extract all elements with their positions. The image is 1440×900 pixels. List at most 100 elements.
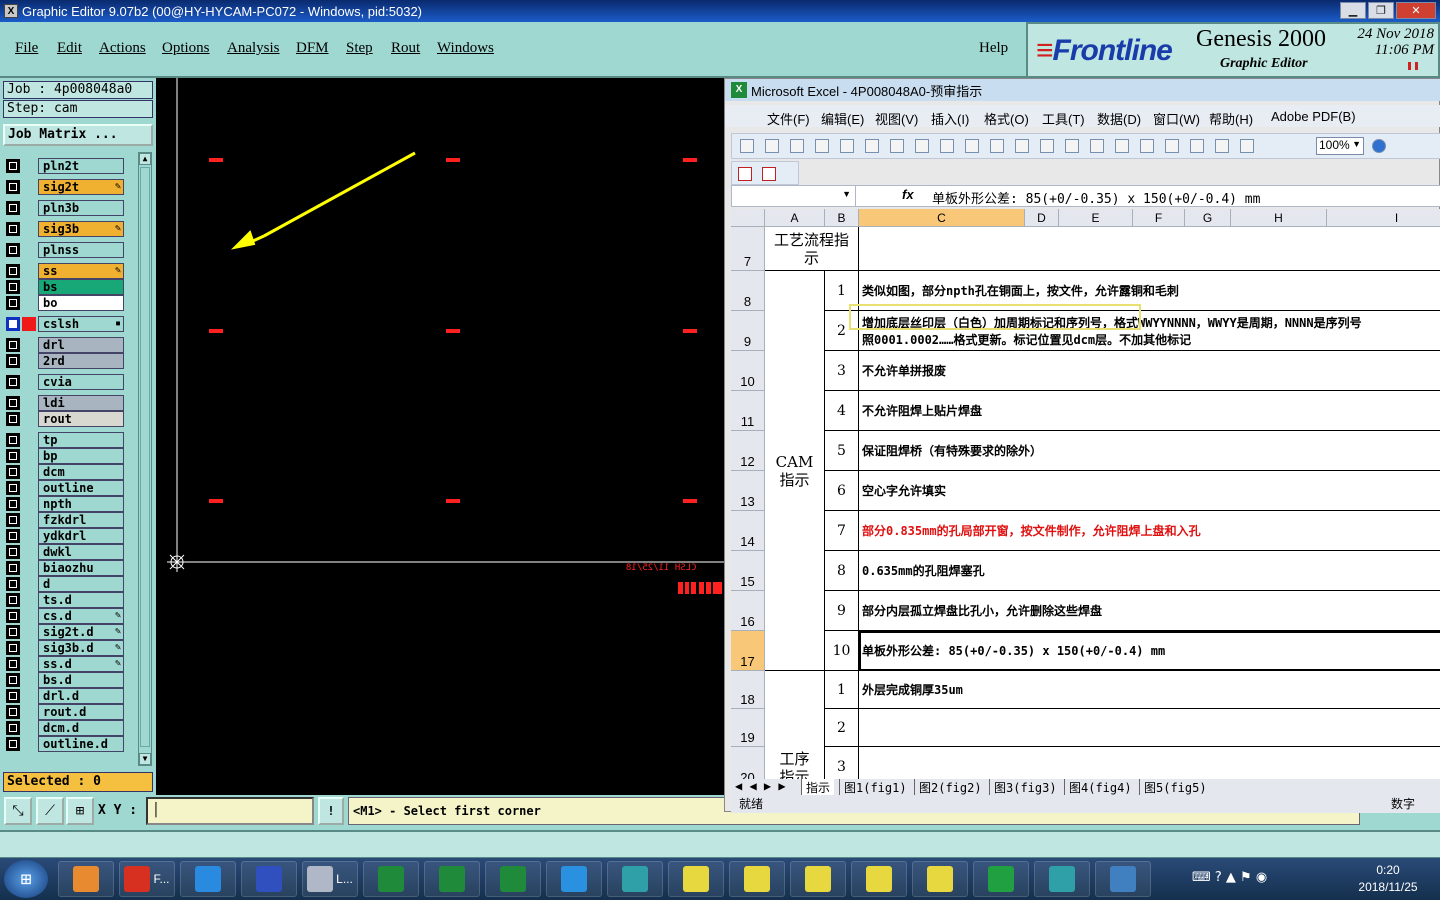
layer-name[interactable]: bs bbox=[38, 279, 124, 295]
excel-menu-item[interactable]: 格式(O) bbox=[984, 109, 1029, 128]
layer-name[interactable]: rout bbox=[38, 411, 124, 427]
menu-rout[interactable]: Rout bbox=[391, 40, 420, 57]
layer-row-npth[interactable]: npth bbox=[4, 496, 124, 512]
mail-icon[interactable] bbox=[840, 139, 854, 153]
layer-row-sig2t.d[interactable]: sig2t.d ✎ bbox=[4, 624, 124, 640]
layer-checkbox[interactable] bbox=[6, 433, 20, 447]
process-instruction-label[interactable]: 工序指示 bbox=[765, 671, 825, 779]
layer-row-bo[interactable]: bo bbox=[4, 295, 124, 311]
layer-checkbox[interactable] bbox=[6, 243, 20, 257]
layer-row-rout[interactable]: rout bbox=[4, 411, 124, 427]
layer-checkbox[interactable] bbox=[6, 481, 20, 495]
layer-name[interactable]: sig2t.d ✎ bbox=[38, 624, 124, 640]
layer-name[interactable]: sig3b.d ✎ bbox=[38, 640, 124, 656]
layer-name[interactable]: pln3b bbox=[38, 200, 124, 216]
research-icon[interactable] bbox=[940, 139, 954, 153]
layer-checkbox[interactable] bbox=[6, 577, 20, 591]
layer-row-d[interactable]: d bbox=[4, 576, 124, 592]
menu-analysis[interactable]: Analysis bbox=[227, 40, 280, 57]
layer-name[interactable]: cvia bbox=[38, 374, 124, 390]
column-header-b[interactable]: B bbox=[825, 209, 859, 227]
instruction-cell[interactable] bbox=[859, 747, 1440, 779]
layer-name[interactable]: ss ✎ bbox=[38, 263, 124, 279]
taskbar-button[interactable] bbox=[424, 861, 480, 897]
row-header[interactable]: 17 bbox=[731, 631, 765, 671]
item-number-cell[interactable]: 8 bbox=[825, 551, 859, 591]
layer-checkbox[interactable] bbox=[6, 465, 20, 479]
sort-asc-icon[interactable] bbox=[1165, 139, 1179, 153]
instruction-cell[interactable]: 保证阻焊桥（有特殊要求的除外） bbox=[859, 431, 1440, 471]
layer-row-ldi[interactable]: ldi bbox=[4, 395, 124, 411]
graphic-canvas[interactable]: CLSH 11/25/18 bbox=[156, 78, 724, 795]
taskbar-clock[interactable]: 0:20 2018/11/25 bbox=[1340, 862, 1436, 896]
zoom-select[interactable]: 100% ▼ bbox=[1316, 137, 1364, 155]
layer-checkbox[interactable] bbox=[6, 657, 20, 671]
layer-name[interactable]: drl.d bbox=[38, 688, 124, 704]
item-number-cell[interactable]: 6 bbox=[825, 471, 859, 511]
taskbar-button[interactable] bbox=[973, 861, 1029, 897]
sheet-tab[interactable]: 图4(fig4) bbox=[1064, 779, 1136, 796]
layer-row-cvia[interactable]: cvia bbox=[4, 374, 124, 390]
layer-name[interactable]: outline.d bbox=[38, 736, 124, 752]
layer-list-scrollbar[interactable]: ▲ ▼ bbox=[138, 152, 152, 766]
taskbar-button[interactable] bbox=[180, 861, 236, 897]
layer-name[interactable]: drl bbox=[38, 337, 124, 353]
instruction-cell[interactable]: 单板外形公差: 85(+0/-0.35) x 150(+0/-0.4) mm bbox=[859, 631, 1440, 671]
layer-checkbox[interactable] bbox=[6, 180, 20, 194]
layer-checkbox[interactable] bbox=[6, 296, 20, 310]
scroll-up-icon[interactable]: ▲ bbox=[139, 153, 151, 165]
item-number-cell[interactable]: 5 bbox=[825, 431, 859, 471]
tray-icons[interactable]: ⌨ ? ▲ ⚑ ◉ bbox=[1192, 870, 1267, 885]
layer-checkbox[interactable] bbox=[6, 159, 20, 173]
sheet-tab[interactable]: 指示 bbox=[801, 779, 835, 796]
instruction-cell[interactable]: 部分0.835mm的孔局部开窗，按文件制作，允许阻焊上盘和入孔 bbox=[859, 511, 1440, 551]
layer-row-ss.d[interactable]: ss.d ✎ bbox=[4, 656, 124, 672]
maximize-button[interactable]: ❐ bbox=[1368, 2, 1394, 19]
permission-icon[interactable] bbox=[815, 139, 829, 153]
excel-menu-item[interactable]: 工具(T) bbox=[1042, 109, 1085, 128]
layer-row-plnss[interactable]: plnss bbox=[4, 242, 124, 258]
instruction-cell[interactable]: 部分内层孤立焊盘比孔小，允许删除这些焊盘 bbox=[859, 591, 1440, 631]
paste-icon[interactable] bbox=[1015, 139, 1029, 153]
layer-row-sig2t[interactable]: sig2t ✎ bbox=[4, 179, 124, 195]
worksheet-grid[interactable]: A B C D E F G H I 7 工艺流程指示 8 1 类似如图，部分npth孔在铜面上，按文件，允… bbox=[731, 209, 1440, 779]
layer-checkbox[interactable] bbox=[6, 412, 20, 426]
menu-step[interactable]: Step bbox=[346, 40, 373, 57]
layer-row-tp[interactable]: tp bbox=[4, 432, 124, 448]
taskbar-button[interactable] bbox=[668, 861, 724, 897]
drawing-icon[interactable] bbox=[1240, 139, 1254, 153]
item-number-cell[interactable]: 4 bbox=[825, 391, 859, 431]
undo-icon[interactable] bbox=[1065, 139, 1079, 153]
grid-tool-button[interactable]: ⊞ bbox=[66, 797, 94, 825]
excel-menu-item[interactable]: 帮助(H) bbox=[1209, 109, 1253, 128]
layer-checkbox[interactable] bbox=[6, 593, 20, 607]
scroll-down-icon[interactable]: ▼ bbox=[139, 753, 151, 765]
taskbar-button[interactable] bbox=[58, 861, 114, 897]
layer-row-dwkl[interactable]: dwkl bbox=[4, 544, 124, 560]
menu-file[interactable]: File bbox=[15, 40, 38, 57]
excel-menu-item[interactable]: 窗口(W) bbox=[1153, 109, 1200, 128]
sheet-tab[interactable]: 图5(fig5) bbox=[1139, 779, 1211, 796]
layer-checkbox[interactable] bbox=[6, 609, 20, 623]
autosum-icon[interactable] bbox=[1140, 139, 1154, 153]
taskbar-button[interactable] bbox=[607, 861, 663, 897]
layer-checkbox[interactable] bbox=[6, 625, 20, 639]
layer-row-dcm.d[interactable]: dcm.d bbox=[4, 720, 124, 736]
layer-name[interactable]: pln2t bbox=[38, 158, 124, 174]
taskbar-button[interactable]: F... bbox=[119, 861, 175, 897]
sheet-tab[interactable]: 图2(fig2) bbox=[914, 779, 986, 796]
row-header[interactable]: 18 bbox=[731, 671, 765, 709]
taskbar-button[interactable] bbox=[729, 861, 785, 897]
taskbar-button[interactable] bbox=[241, 861, 297, 897]
taskbar-button[interactable]: L... bbox=[302, 861, 358, 897]
layer-name[interactable]: fzkdrl bbox=[38, 512, 124, 528]
redo-icon[interactable] bbox=[1090, 139, 1104, 153]
process-flow-header[interactable]: 工艺流程指示 bbox=[765, 227, 859, 271]
layer-checkbox[interactable] bbox=[6, 222, 20, 236]
layer-name[interactable]: cslsh ▪ bbox=[38, 316, 124, 332]
preview-icon[interactable] bbox=[890, 139, 904, 153]
layer-checkbox[interactable] bbox=[6, 497, 20, 511]
save-icon[interactable] bbox=[790, 139, 804, 153]
layer-name[interactable]: ydkdrl bbox=[38, 528, 124, 544]
layer-row-drl.d[interactable]: drl.d bbox=[4, 688, 124, 704]
